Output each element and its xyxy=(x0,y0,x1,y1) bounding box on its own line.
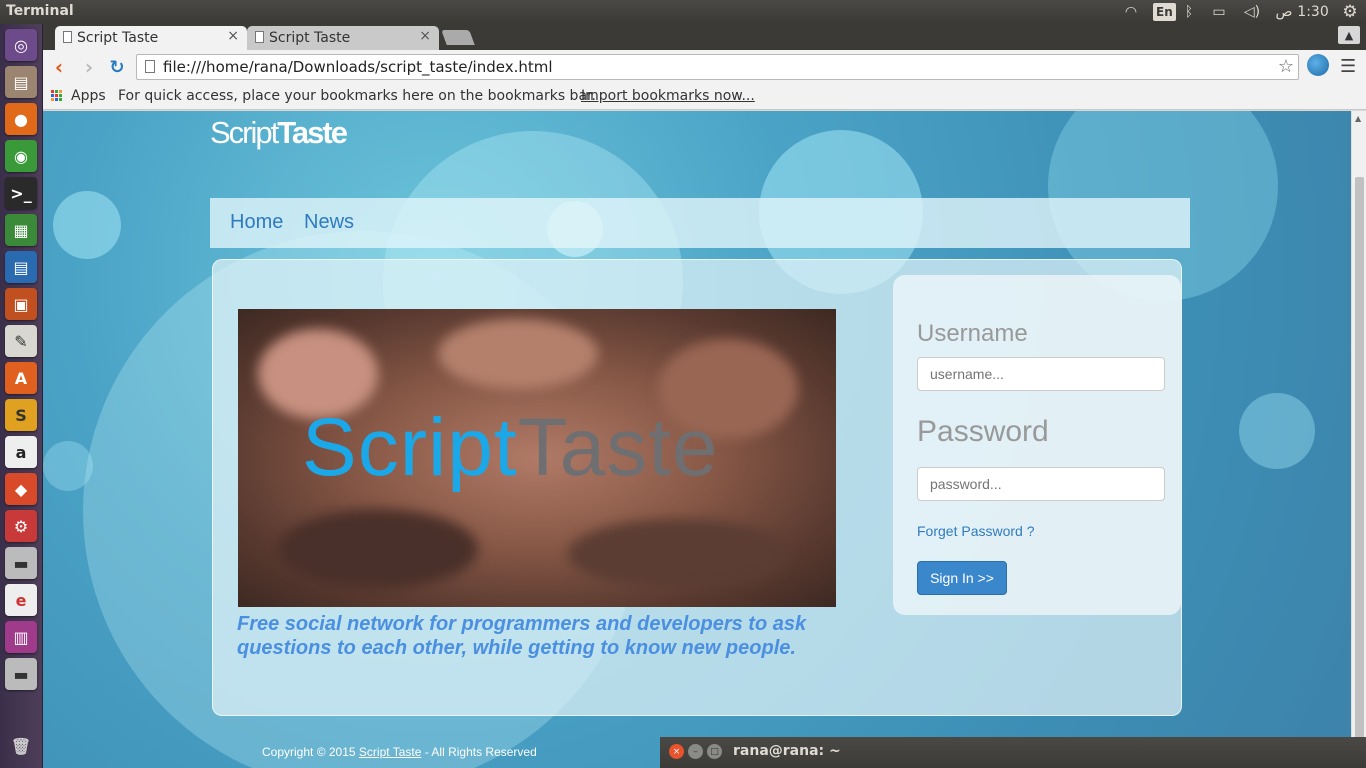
terminal-icon[interactable]: >_ xyxy=(5,177,37,209)
panel-app-title: Terminal xyxy=(6,3,74,19)
close-icon[interactable]: × xyxy=(669,744,684,759)
writer-icon[interactable]: ▤ xyxy=(5,251,37,283)
close-icon[interactable]: × xyxy=(227,28,239,44)
impress-icon[interactable]: ▣ xyxy=(5,288,37,320)
gear-icon[interactable]: ⚙ xyxy=(1340,2,1360,22)
terminal-window[interactable]: × – □ rana@rana: ~ xyxy=(660,737,1366,768)
import-bookmarks-link[interactable]: Import bookmarks now... xyxy=(581,88,755,104)
chrome-icon[interactable]: ◉ xyxy=(5,140,37,172)
footer-copyright: Copyright © 2015 xyxy=(262,745,359,759)
hero-logo: ScriptTaste xyxy=(302,401,719,495)
bokeh-bubble xyxy=(1239,393,1315,469)
page-icon xyxy=(145,60,155,73)
tab-label: Script Taste xyxy=(269,30,351,46)
logo-script: Script xyxy=(210,115,279,150)
bokeh-bubble xyxy=(43,441,93,491)
page-icon xyxy=(63,31,72,43)
sign-in-button[interactable]: Sign In >> xyxy=(917,561,1007,595)
hero-logo-script: Script xyxy=(302,402,518,493)
browser-window: Script Taste × Script Taste × ▲ ‹ › ↻ fi… xyxy=(43,24,1366,768)
spreadsheet-icon[interactable]: ▦ xyxy=(5,214,37,246)
scroll-up-icon[interactable]: ▲ xyxy=(1355,114,1361,123)
wifi-icon[interactable]: ◠ xyxy=(1121,2,1141,22)
hero-image: ScriptTaste xyxy=(238,309,836,607)
bookmarks-hint: For quick access, place your bookmarks h… xyxy=(118,88,596,104)
battery-icon[interactable]: ▭ xyxy=(1206,2,1232,22)
login-box: Username Password Forget Password ? Sign… xyxy=(893,275,1181,615)
crowd-blur xyxy=(438,319,598,389)
footer: Copyright © 2015 Script Taste - All Righ… xyxy=(262,745,537,759)
files-icon[interactable]: ▤ xyxy=(5,66,37,98)
minimize-icon[interactable]: – xyxy=(688,744,703,759)
forward-button[interactable]: › xyxy=(77,55,101,79)
hero-logo-taste: Taste xyxy=(517,402,719,493)
footer-rights: - All Rights Reserved xyxy=(421,745,537,759)
software-center-icon[interactable]: A xyxy=(5,362,37,394)
apps-link[interactable]: Apps xyxy=(71,88,106,104)
password-input[interactable] xyxy=(917,467,1165,501)
site-navbar: Home News xyxy=(210,198,1190,248)
url-text: file:///home/rana/Downloads/script_taste… xyxy=(163,58,553,76)
browser-toolbar: ‹ › ↻ file:///home/rana/Downloads/script… xyxy=(43,50,1366,84)
sublime-icon[interactable]: S xyxy=(5,399,37,431)
tab-script-taste[interactable]: Script Taste × xyxy=(247,26,439,50)
app-icon-2[interactable]: e xyxy=(5,584,37,616)
settings-icon[interactable]: ⚙ xyxy=(5,510,37,542)
clock[interactable]: 1:30 xyxy=(1297,2,1328,22)
username-input[interactable] xyxy=(917,357,1165,391)
main-panel: ScriptTaste Free social network for prog… xyxy=(212,259,1182,716)
close-icon[interactable]: × xyxy=(419,28,431,44)
profile-icon[interactable]: ▲ xyxy=(1338,26,1360,44)
tagline: Free social network for programmers and … xyxy=(237,613,807,659)
password-label: Password xyxy=(917,415,1049,448)
maximize-icon[interactable]: □ xyxy=(707,744,722,759)
reload-button[interactable]: ↻ xyxy=(105,55,129,79)
launcher: ◎ ▤ ● ◉ >_ ▦ ▤ ▣ ✎ A S a ◆ ⚙ ▬ e ▥ ▬ 🗑 xyxy=(0,24,43,768)
top-panel: Terminal ◠ En ᛒ ▭ ◁) ص 1:30 ⚙ xyxy=(0,0,1366,24)
nav-home-link[interactable]: Home xyxy=(230,211,283,234)
bokeh-bubble xyxy=(53,191,121,259)
back-button[interactable]: ‹ xyxy=(47,55,71,79)
address-bar[interactable]: file:///home/rana/Downloads/script_taste… xyxy=(136,54,1299,80)
clock-ampm: ص xyxy=(1275,4,1293,20)
drive-icon[interactable]: ▬ xyxy=(5,547,37,579)
drive-icon-2[interactable]: ▬ xyxy=(5,658,37,690)
app-icon[interactable]: ◆ xyxy=(5,473,37,505)
trash-icon[interactable]: 🗑 xyxy=(5,730,37,762)
logo-taste: Taste xyxy=(277,115,348,150)
text-editor-icon[interactable]: ✎ xyxy=(5,325,37,357)
new-tab-button[interactable] xyxy=(441,30,475,45)
crowd-blur xyxy=(278,509,478,589)
apps-icon[interactable] xyxy=(51,90,63,102)
username-label: Username xyxy=(917,320,1028,347)
tab-script-taste-active[interactable]: Script Taste × xyxy=(55,26,247,50)
nav-news-link[interactable]: News xyxy=(304,211,354,234)
keyboard-layout-indicator[interactable]: En xyxy=(1153,3,1176,21)
vertical-scrollbar[interactable]: ▲ xyxy=(1351,111,1366,768)
crowd-blur xyxy=(568,519,788,589)
globe-icon[interactable] xyxy=(1307,54,1329,76)
footer-site-link[interactable]: Script Taste xyxy=(359,745,421,759)
bluetooth-icon[interactable]: ᛒ xyxy=(1182,2,1196,22)
dash-icon[interactable]: ◎ xyxy=(5,29,37,61)
tab-strip: Script Taste × Script Taste × ▲ xyxy=(43,24,1366,50)
tab-label: Script Taste xyxy=(77,30,159,46)
terminal-title: rana@rana: ~ xyxy=(733,743,841,759)
site-logo[interactable]: ScriptTaste xyxy=(210,115,348,151)
bookmarks-bar: Apps For quick access, place your bookma… xyxy=(43,84,1366,110)
firefox-icon[interactable]: ● xyxy=(5,103,37,135)
star-icon[interactable]: ☆ xyxy=(1278,55,1294,79)
workspace-icon[interactable]: ▥ xyxy=(5,621,37,653)
volume-icon[interactable]: ◁) xyxy=(1241,2,1263,22)
forgot-password-link[interactable]: Forget Password ? xyxy=(917,523,1035,539)
scrollbar-thumb[interactable] xyxy=(1355,177,1364,765)
page-viewport: ScriptTaste Home News ScriptTaste Free s… xyxy=(43,111,1351,768)
amazon-icon[interactable]: a xyxy=(5,436,37,468)
menu-icon[interactable]: ☰ xyxy=(1340,56,1356,77)
page-icon xyxy=(255,31,264,43)
